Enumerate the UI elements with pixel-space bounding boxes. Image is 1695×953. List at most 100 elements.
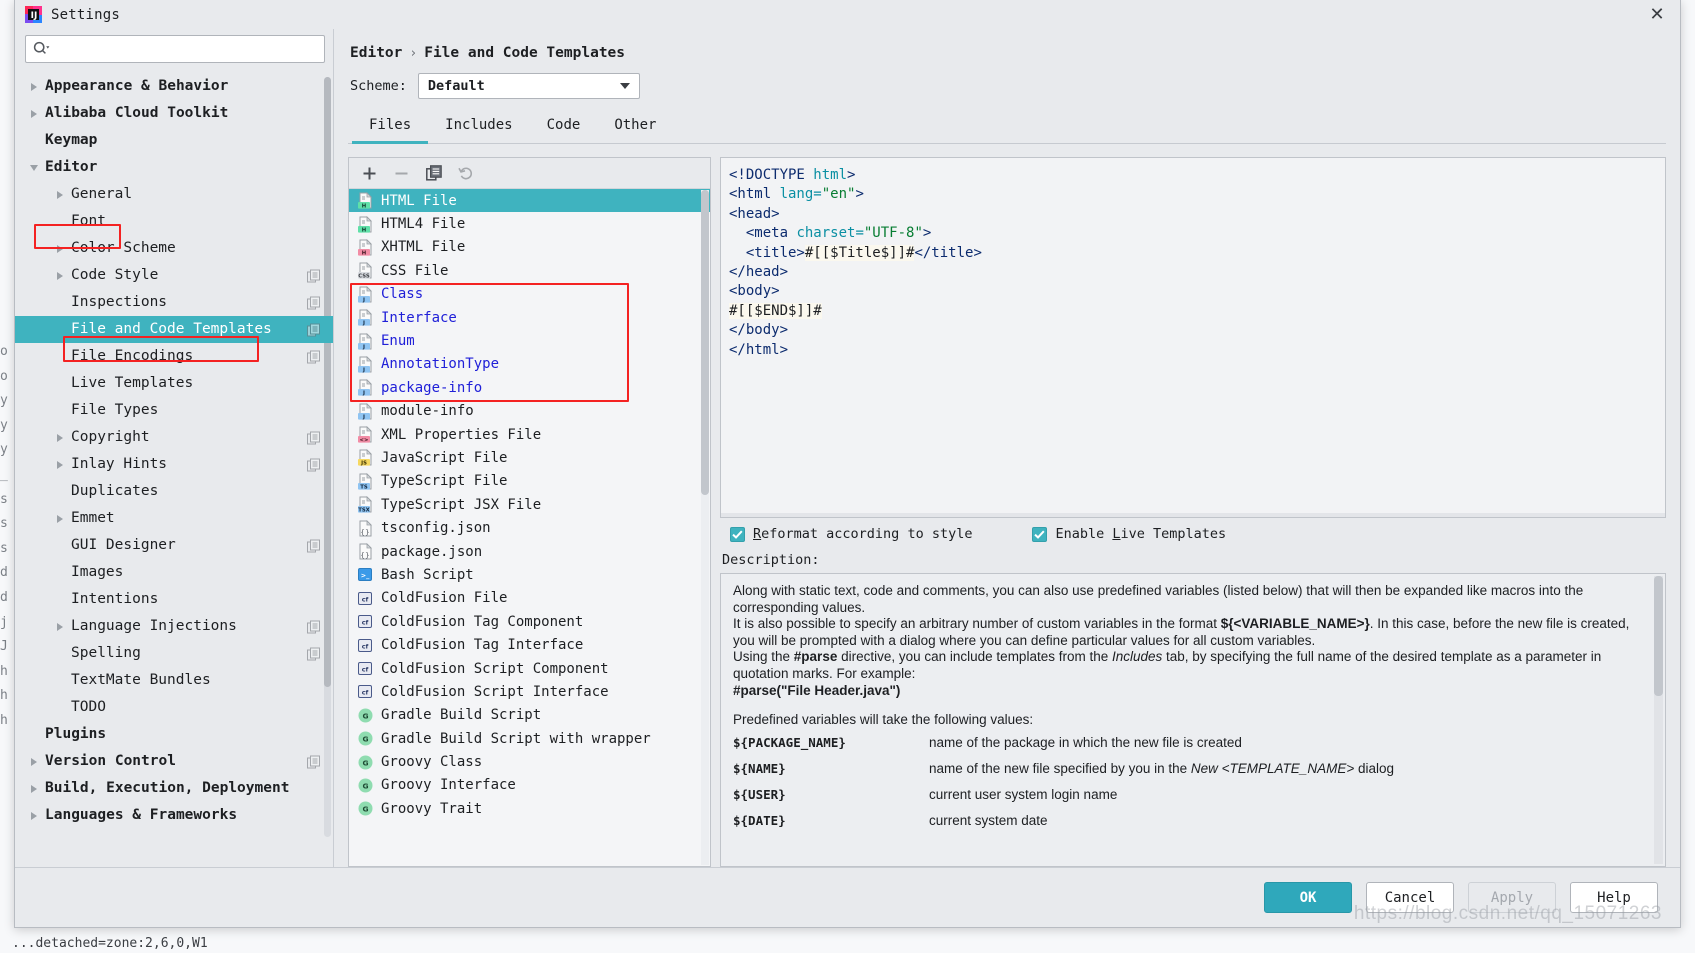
sidebar-item-emmet[interactable]: Emmet [15, 505, 333, 532]
copy-settings-icon [307, 755, 320, 768]
template-list-item[interactable]: {} package.json [349, 540, 710, 563]
chevron-right-icon[interactable] [27, 809, 41, 823]
chevron-right-icon[interactable] [53, 431, 67, 445]
cancel-button[interactable]: Cancel [1366, 882, 1454, 913]
sidebar-item-file-encodings[interactable]: File Encodings [15, 343, 333, 370]
template-list-item[interactable]: J Class [349, 283, 710, 306]
sidebar-item-general[interactable]: General [15, 181, 333, 208]
breadcrumb-parent[interactable]: Editor [350, 45, 402, 61]
chevron-right-icon[interactable] [53, 269, 67, 283]
sidebar-item-build-execution-deployment[interactable]: Build, Execution, Deployment [15, 775, 333, 802]
template-list-item[interactable]: cf ColdFusion Script Interface [349, 680, 710, 703]
template-list-scrollbar[interactable] [701, 190, 709, 865]
code-horizontal-scrollbar[interactable] [721, 513, 1665, 517]
template-list-item[interactable]: G Groovy Interface [349, 774, 710, 797]
sidebar-item-editor[interactable]: Editor [15, 154, 333, 181]
template-list-item[interactable]: G Groovy Trait [349, 797, 710, 820]
description-scrollbar[interactable] [1654, 576, 1663, 864]
sidebar-item-keymap[interactable]: Keymap [15, 127, 333, 154]
chevron-right-icon[interactable] [27, 107, 41, 121]
template-list-item[interactable]: Jmodule-info [349, 400, 710, 423]
sidebar-item-live-templates[interactable]: Live Templates [15, 370, 333, 397]
template-list-item[interactable]: <> XML Properties File [349, 423, 710, 446]
sidebar-item-label: TextMate Bundles [71, 672, 211, 689]
tab-code[interactable]: Code [530, 109, 598, 144]
template-list[interactable]: H HTML File H HTML4 File H XHTML File CSS CSS F… [349, 189, 710, 866]
template-list-item[interactable]: H XHTML File [349, 236, 710, 259]
template-list-item[interactable]: H HTML File [349, 189, 710, 213]
close-icon[interactable]: ✕ [1646, 4, 1668, 26]
scheme-select[interactable]: Default [417, 73, 640, 99]
template-code-editor[interactable]: <!DOCTYPE html> <html lang="en"> <head> <m… [720, 157, 1666, 518]
template-tabs[interactable]: Files Includes Code Other [348, 109, 1666, 144]
template-list-item[interactable]: TS TypeScript File [349, 470, 710, 493]
chevron-right-icon[interactable] [27, 782, 41, 796]
sidebar-item-inlay-hints[interactable]: Inlay Hints [15, 451, 333, 478]
template-list-item[interactable]: G Gradle Build Script with wrapper [349, 727, 710, 750]
search-input[interactable] [50, 36, 317, 62]
sidebar-item-intentions[interactable]: Intentions [15, 586, 333, 613]
sidebar-item-textmate-bundles[interactable]: TextMate Bundles [15, 667, 333, 694]
sidebar-item-languages-frameworks[interactable]: Languages & Frameworks [15, 802, 333, 829]
sidebar-item-duplicates[interactable]: Duplicates [15, 478, 333, 505]
sidebar-item-appearance-behavior[interactable]: Appearance & Behavior [15, 73, 333, 100]
chevron-down-icon[interactable] [27, 161, 41, 175]
sidebar-item-todo[interactable]: TODO [15, 694, 333, 721]
help-button[interactable]: Help [1570, 882, 1658, 913]
sidebar-item-file-types[interactable]: File Types [15, 397, 333, 424]
tab-other[interactable]: Other [597, 109, 673, 144]
template-list-item[interactable]: Jpackage-info [349, 376, 710, 399]
sidebar-item-version-control[interactable]: Version Control [15, 748, 333, 775]
search-box[interactable] [25, 35, 325, 63]
sidebar-item-file-and-code-templates[interactable]: File and Code Templates [15, 316, 333, 343]
sidebar-item-spelling[interactable]: Spelling [15, 640, 333, 667]
sidebar-item-color-scheme[interactable]: Color Scheme [15, 235, 333, 262]
template-list-item[interactable]: cf ColdFusion Tag Interface [349, 633, 710, 656]
chevron-right-icon[interactable] [53, 512, 67, 526]
template-list-item[interactable]: J Enum [349, 329, 710, 352]
sidebar-item-font[interactable]: Font [15, 208, 333, 235]
template-list-item[interactable]: J AnnotationType [349, 353, 710, 376]
template-list-item[interactable]: CSS CSS File [349, 259, 710, 282]
chevron-right-icon[interactable] [27, 755, 41, 769]
template-list-item[interactable]: {} tsconfig.json [349, 516, 710, 539]
template-list-item[interactable]: >_ Bash Script [349, 563, 710, 586]
dialog-titlebar: IJ Settings ✕ [15, 0, 1680, 29]
template-list-item[interactable]: J Interface [349, 306, 710, 329]
description-label: Description: [722, 552, 820, 568]
template-list-toolbar[interactable] [349, 158, 710, 189]
chevron-right-icon[interactable] [53, 458, 67, 472]
template-list-item[interactable]: TSX TypeScript JSX File [349, 493, 710, 516]
sidebar-item-plugins[interactable]: Plugins [15, 721, 333, 748]
template-list-item[interactable]: cf ColdFusion Script Component [349, 657, 710, 680]
chevron-right-icon[interactable] [53, 620, 67, 634]
sidebar-item-code-style[interactable]: Code Style [15, 262, 333, 289]
sidebar-item-label: Emmet [71, 510, 115, 527]
template-list-item[interactable]: G Gradle Build Script [349, 704, 710, 727]
sidebar-item-gui-designer[interactable]: GUI Designer [15, 532, 333, 559]
sidebar-item-alibaba-cloud-toolkit[interactable]: Alibaba Cloud Toolkit [15, 100, 333, 127]
ok-button[interactable]: OK [1264, 882, 1352, 913]
tab-includes[interactable]: Includes [428, 109, 529, 144]
reformat-checkbox[interactable]: Reformat according to style [730, 526, 972, 542]
sidebar-item-copyright[interactable]: Copyright [15, 424, 333, 451]
chevron-right-icon[interactable] [27, 80, 41, 94]
intellij-idea-icon: IJ [25, 6, 42, 23]
sidebar-item-inspections[interactable]: Inspections [15, 289, 333, 316]
template-list-item[interactable]: H HTML4 File [349, 212, 710, 235]
add-template-button[interactable] [356, 161, 383, 185]
xml-file-icon: <> [357, 426, 374, 443]
chevron-right-icon[interactable] [53, 242, 67, 256]
copy-template-button[interactable] [420, 161, 447, 185]
template-list-item[interactable]: cf ColdFusion File [349, 587, 710, 610]
tab-files[interactable]: Files [352, 109, 429, 144]
live-templates-checkbox[interactable]: Enable Live Templates [1032, 526, 1226, 542]
template-list-item[interactable]: G Groovy Class [349, 750, 710, 773]
sidebar-item-images[interactable]: Images [15, 559, 333, 586]
template-list-item[interactable]: cf ColdFusion Tag Component [349, 610, 710, 633]
chevron-right-icon[interactable] [53, 188, 67, 202]
settings-tree[interactable]: Appearance & Behavior Alibaba Cloud Toolk… [15, 71, 333, 867]
template-list-item[interactable]: JS JavaScript File [349, 446, 710, 469]
template-list-item-label: package.json [381, 543, 483, 560]
sidebar-item-language-injections[interactable]: Language Injections [15, 613, 333, 640]
